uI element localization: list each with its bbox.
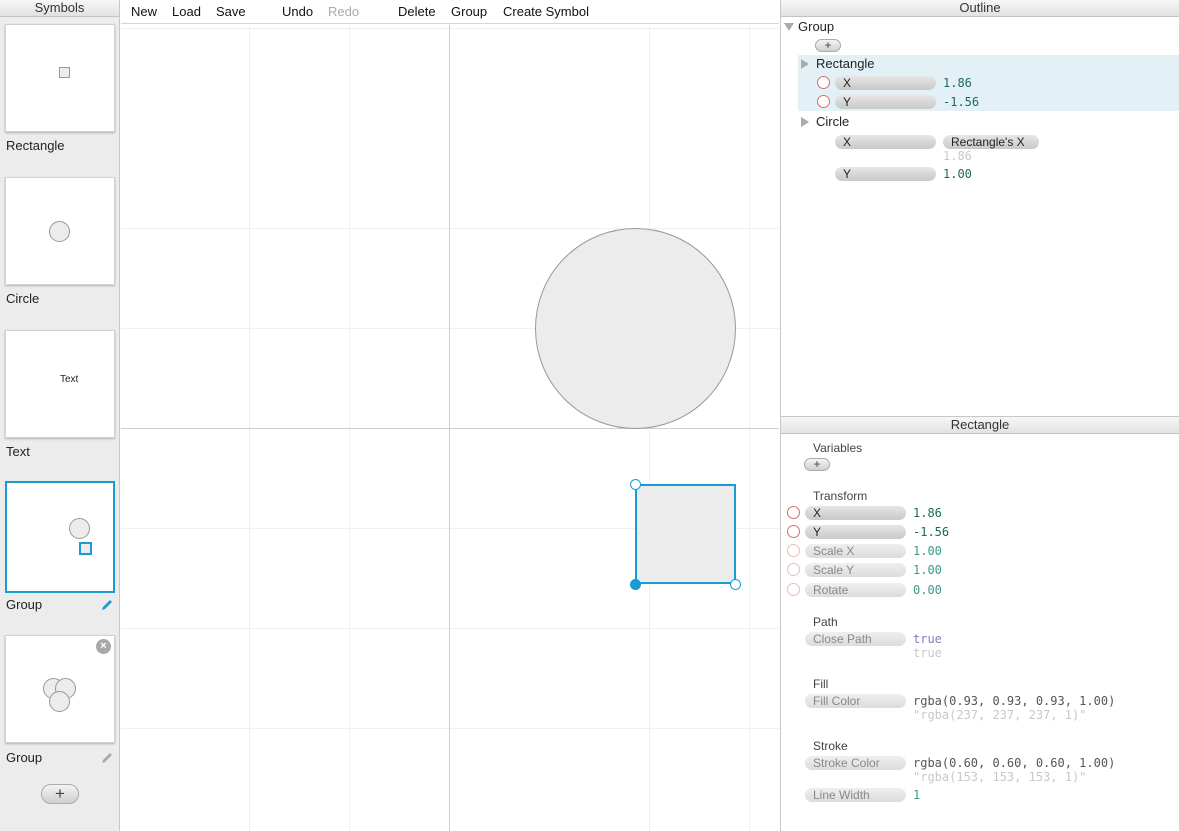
path-heading: Path — [813, 615, 838, 629]
grid-line — [121, 628, 779, 629]
symbols-sidebar: Symbols Rectangle Circle Text Text Group… — [0, 0, 120, 831]
disclosure-right-icon[interactable] — [801, 117, 809, 127]
stroke-color-value[interactable]: rgba(0.60, 0.60, 0.60, 1.00) — [913, 756, 1115, 770]
outline-panel: Outline Group + Rectangle X 1.86 Y -1.56… — [780, 0, 1179, 417]
outline-rectangle[interactable]: Rectangle — [816, 56, 875, 71]
transform-x-pill[interactable]: X — [805, 506, 906, 520]
symbol-label-text: Text — [6, 444, 30, 459]
inspector-title: Rectangle — [781, 417, 1179, 434]
pencil-icon[interactable] — [99, 751, 115, 765]
transform-y-value[interactable]: -1.56 — [913, 525, 949, 539]
load-button[interactable]: Load — [172, 4, 201, 19]
symbol-label-rectangle: Rectangle — [6, 138, 65, 153]
scale-x-value[interactable]: 1.00 — [913, 544, 942, 558]
undo-button[interactable]: Undo — [282, 4, 313, 19]
group-rect-preview — [79, 542, 92, 555]
stroke-color-evaluated: "rgba(153, 153, 153, 1)" — [913, 770, 1087, 784]
scale-y-value[interactable]: 1.00 — [913, 563, 942, 577]
keyframe-circle-icon[interactable] — [787, 583, 800, 596]
add-variable-button[interactable]: + — [815, 39, 841, 52]
symbol-thumb-rectangle[interactable] — [5, 24, 115, 132]
rectangle-preview — [59, 67, 70, 78]
param-y-pill[interactable]: Y — [835, 95, 936, 109]
text-preview: Text — [60, 374, 79, 385]
outline-title: Outline — [781, 0, 1179, 17]
grid-line — [121, 28, 779, 29]
keyframe-circle-icon[interactable] — [787, 525, 800, 538]
transform-x-value[interactable]: 1.86 — [913, 506, 942, 520]
param-y-value[interactable]: 1.00 — [943, 167, 972, 181]
symbol-thumb-circle[interactable] — [5, 177, 115, 285]
symbol-label-group-2: Group — [6, 750, 43, 765]
add-variable-button[interactable]: + — [804, 458, 830, 471]
fill-color-evaluated: "rgba(237, 237, 237, 1)" — [913, 708, 1087, 722]
outline-circle[interactable]: Circle — [816, 114, 849, 129]
add-symbol-button[interactable]: + — [41, 784, 79, 804]
resize-handle-top-left[interactable] — [630, 479, 641, 490]
pencil-icon[interactable] — [99, 598, 115, 612]
close-path-value[interactable]: true — [913, 632, 942, 646]
close-icon[interactable]: × — [96, 639, 111, 654]
fill-color-pill[interactable]: Fill Color — [805, 694, 906, 708]
line-width-pill[interactable]: Line Width — [805, 788, 906, 802]
grid-line — [121, 228, 779, 229]
inspector-panel: Rectangle Variables + Transform X 1.86 Y… — [780, 416, 1179, 831]
circle-preview — [49, 221, 70, 242]
new-button[interactable]: New — [131, 4, 157, 19]
param-x-pill[interactable]: X — [835, 76, 936, 90]
keyframe-circle-icon[interactable] — [787, 544, 800, 557]
keyframe-circle-icon[interactable] — [817, 95, 830, 108]
drawing-canvas[interactable] — [121, 25, 779, 831]
scale-x-pill[interactable]: Scale X — [805, 544, 906, 558]
save-button[interactable]: Save — [216, 4, 246, 19]
group-button[interactable]: Group — [451, 4, 487, 19]
param-x-pill[interactable]: X — [835, 135, 936, 149]
close-path-evaluated: true — [913, 646, 942, 660]
rotate-value[interactable]: 0.00 — [913, 583, 942, 597]
symbol-label-group: Group — [6, 597, 43, 612]
group-circle-preview — [69, 518, 90, 539]
rectangle-shape-selected[interactable] — [635, 484, 736, 584]
keyframe-circle-icon[interactable] — [787, 506, 800, 519]
symbols-title: Symbols — [0, 0, 119, 17]
stroke-color-pill[interactable]: Stroke Color — [805, 756, 906, 770]
resize-handle-bottom-right[interactable] — [730, 579, 741, 590]
group-circle-preview-c — [49, 691, 70, 712]
origin-handle[interactable] — [630, 579, 641, 590]
fill-color-value[interactable]: rgba(0.93, 0.93, 0.93, 1.00) — [913, 694, 1115, 708]
keyframe-circle-icon[interactable] — [817, 76, 830, 89]
transform-y-pill[interactable]: Y — [805, 525, 906, 539]
outline-group[interactable]: Group — [798, 19, 834, 34]
param-x-evaluated: 1.86 — [943, 149, 972, 163]
param-y-value[interactable]: -1.56 — [943, 95, 979, 109]
fill-heading: Fill — [813, 677, 829, 691]
symbol-label-circle: Circle — [6, 291, 40, 306]
app-window: Symbols Rectangle Circle Text Text Group… — [0, 0, 1179, 831]
rotate-pill[interactable]: Rotate — [805, 583, 906, 597]
circle-shape[interactable] — [535, 228, 736, 429]
disclosure-down-icon[interactable] — [784, 23, 794, 31]
create-symbol-button[interactable]: Create Symbol — [503, 4, 589, 19]
param-y-pill[interactable]: Y — [835, 167, 936, 181]
param-x-value[interactable]: 1.86 — [943, 76, 972, 90]
variables-heading: Variables — [813, 441, 863, 455]
stroke-heading: Stroke — [813, 739, 848, 753]
symbol-thumb-text[interactable]: Text — [5, 330, 115, 438]
keyframe-circle-icon[interactable] — [787, 563, 800, 576]
delete-button[interactable]: Delete — [398, 4, 436, 19]
redo-button[interactable]: Redo — [328, 4, 359, 19]
x-axis — [121, 428, 779, 429]
transform-heading: Transform — [813, 489, 868, 503]
reference-token[interactable]: Rectangle's X — [943, 135, 1039, 149]
toolbar: New Load Save Undo Redo Delete Group Cre… — [121, 0, 779, 24]
symbol-thumb-group-selected[interactable] — [5, 481, 115, 593]
line-width-value[interactable]: 1 — [913, 788, 920, 802]
scale-y-pill[interactable]: Scale Y — [805, 563, 906, 577]
disclosure-right-icon[interactable] — [801, 59, 809, 69]
grid-line — [121, 728, 779, 729]
close-path-pill[interactable]: Close Path — [805, 632, 906, 646]
